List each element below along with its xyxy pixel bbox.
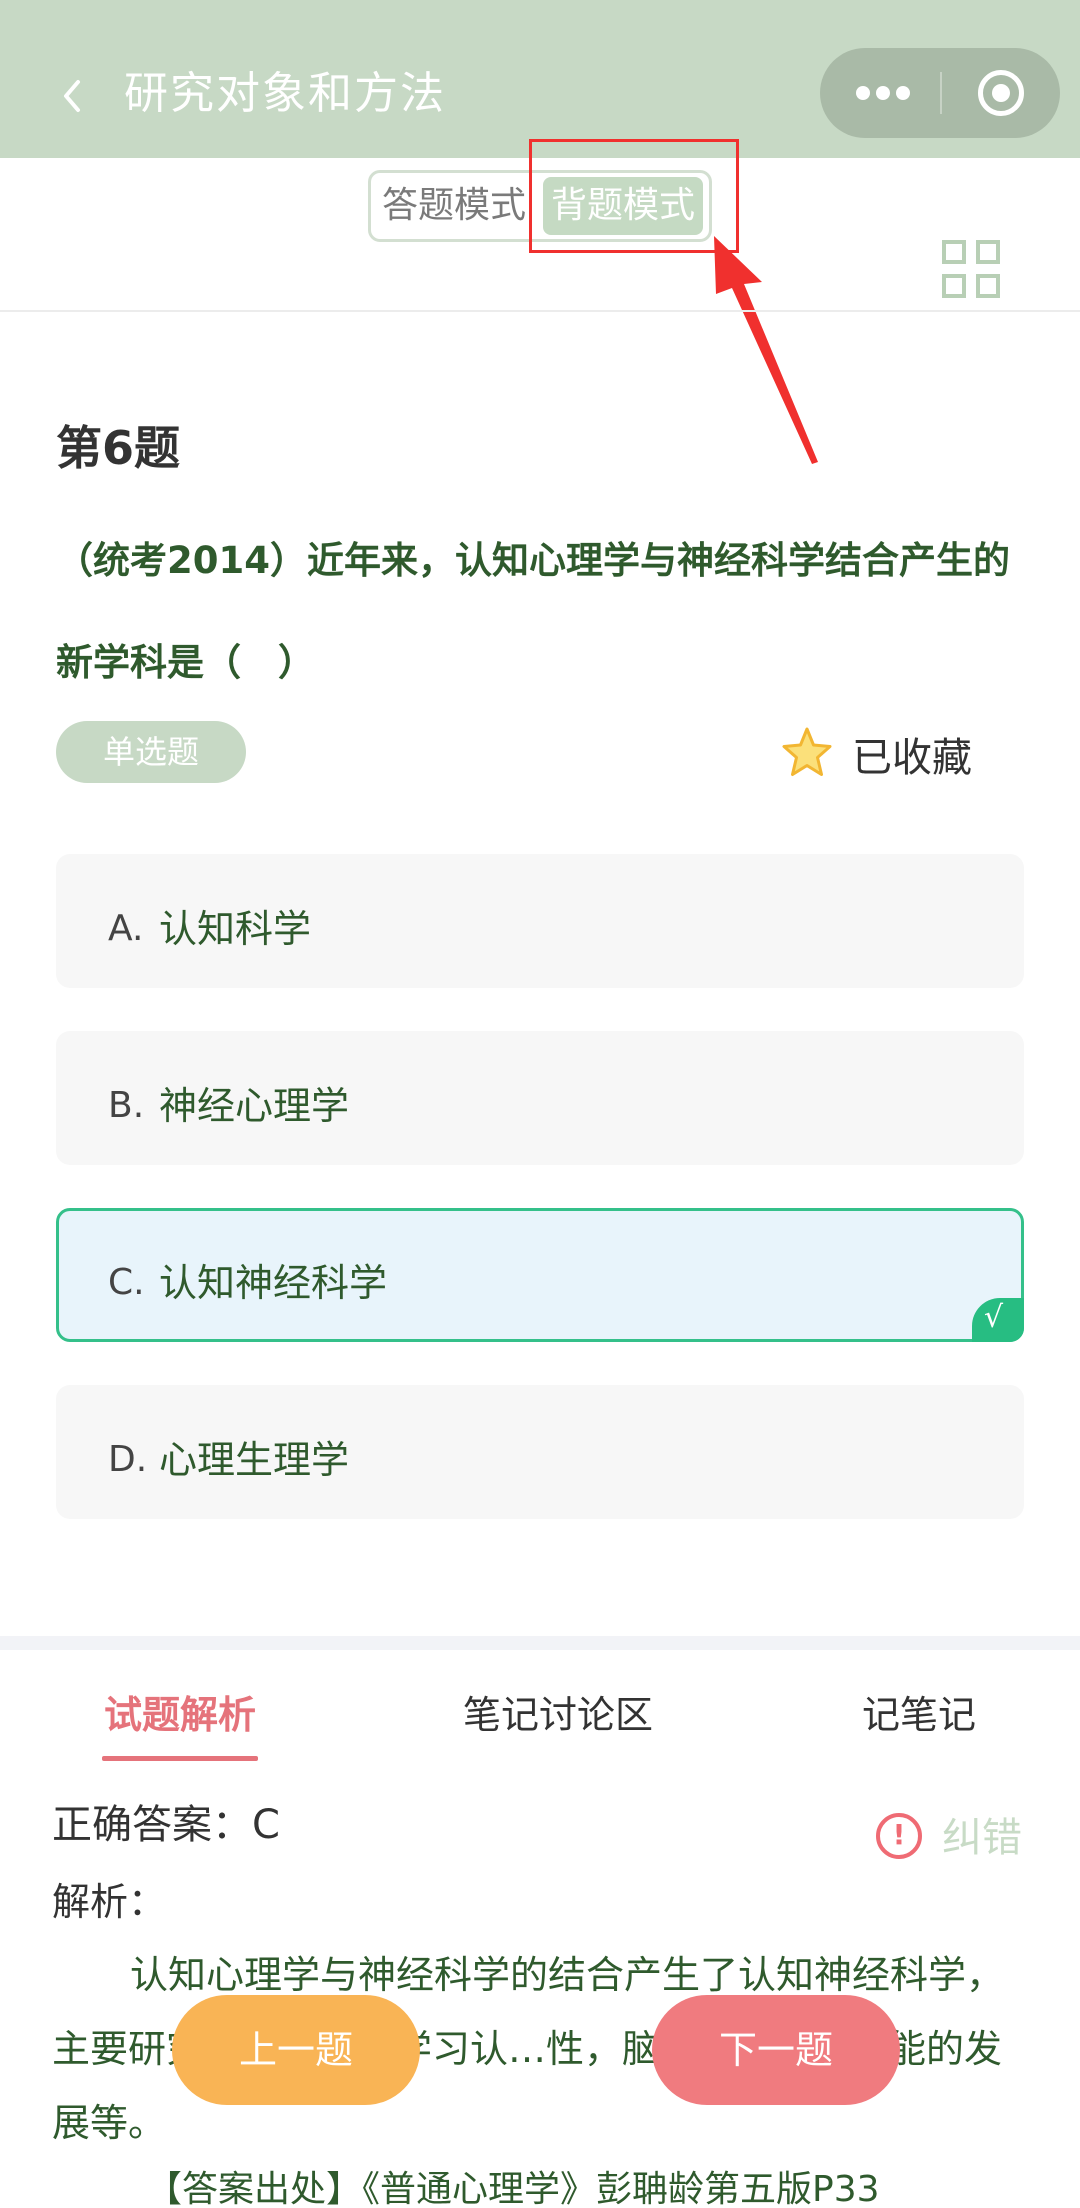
answer-mode-button[interactable]: 答题模式 xyxy=(377,177,531,235)
question-text: （统考2014）近年来，认知心理学与神经科学结合产生的新学科是（ ） xyxy=(56,539,1010,684)
tab-analysis[interactable]: 试题解析 xyxy=(104,1690,256,1740)
page-title: 研究对象和方法 xyxy=(124,68,446,119)
option-d[interactable]: D. 心理生理学 xyxy=(56,1385,1024,1519)
annotation-arrow-icon xyxy=(714,236,818,464)
option-letter: B. xyxy=(108,1085,145,1126)
option-letter: C. xyxy=(108,1262,145,1303)
option-text: 认知神经科学 xyxy=(159,1261,388,1305)
exclamation-circle-icon[interactable]: ! xyxy=(876,1813,922,1859)
analysis-label: 解析： xyxy=(52,1880,167,1924)
check-icon: √ xyxy=(972,1298,1024,1342)
section-divider xyxy=(0,1636,1080,1650)
option-b[interactable]: B. 神经心理学 xyxy=(56,1031,1024,1165)
option-c[interactable]: C. 认知神经科学 √ xyxy=(56,1208,1024,1342)
target-circle-icon[interactable] xyxy=(978,70,1024,116)
next-question-button[interactable]: 下一题 xyxy=(652,1995,900,2105)
star-icon[interactable] xyxy=(780,726,834,780)
chevron-left-icon[interactable] xyxy=(56,76,92,116)
prev-question-button[interactable]: 上一题 xyxy=(172,1995,420,2105)
option-letter: A. xyxy=(108,908,144,949)
option-text: 认知科学 xyxy=(159,907,312,951)
grid-icon[interactable] xyxy=(942,240,1000,298)
capsule-divider xyxy=(940,72,942,114)
option-a[interactable]: A. 认知科学 xyxy=(56,854,1024,988)
option-letter: D. xyxy=(108,1439,148,1480)
active-tab-indicator xyxy=(102,1756,258,1761)
favorite-label[interactable]: 已收藏 xyxy=(852,730,972,786)
report-error-button[interactable]: 纠错 xyxy=(942,1810,1022,1866)
tab-take-note[interactable]: 记笔记 xyxy=(862,1690,976,1740)
correct-answer: 正确答案：C xyxy=(52,1802,280,1848)
option-text: 心理生理学 xyxy=(159,1438,350,1482)
question-number: 第6题 xyxy=(56,421,181,475)
more-dots-icon[interactable] xyxy=(856,78,912,108)
nav-header: 研究对象和方法 xyxy=(0,0,1080,158)
tab-discussion[interactable]: 笔记讨论区 xyxy=(463,1690,653,1740)
mini-program-capsule xyxy=(820,48,1060,138)
question-type-badge: 单选题 xyxy=(56,721,246,783)
option-text: 神经心理学 xyxy=(159,1084,350,1128)
answer-source: 【答案出处】《普通心理学》彭聃龄第五版P33 xyxy=(146,2169,880,2208)
divider xyxy=(0,310,1080,312)
